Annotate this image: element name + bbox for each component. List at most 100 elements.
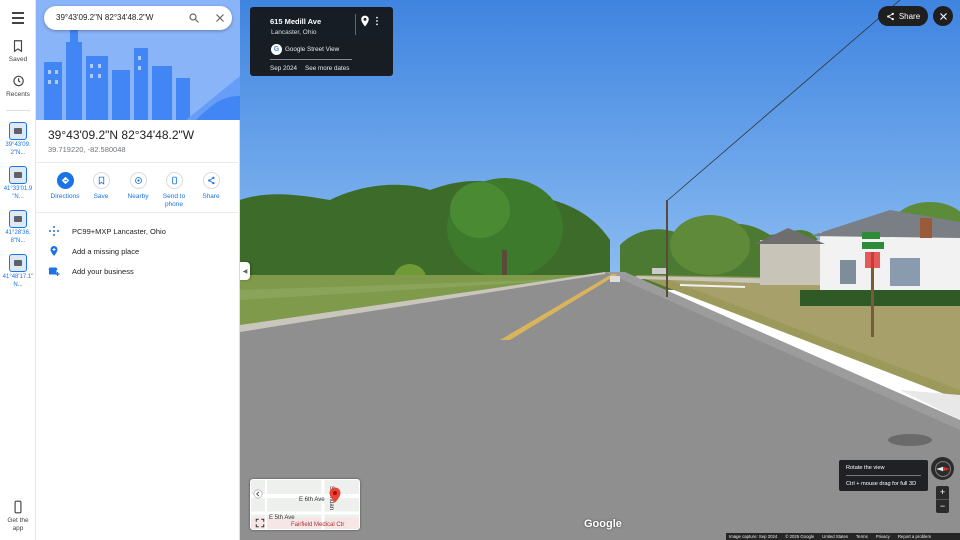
add-business-label: Add your business (72, 266, 134, 276)
bookmark-icon (13, 40, 23, 53)
directions-label: Directions (50, 193, 80, 200)
menu-icon[interactable] (9, 9, 27, 27)
sv-city: Lancaster, Ohio (271, 29, 317, 36)
google-logo: Google (584, 518, 622, 530)
minimap-label: E 6th Ave (299, 497, 325, 503)
street-view-info-card: 615 Medill Ave Lancaster, Ohio G Google … (250, 7, 393, 76)
sv-address: 615 Medill Ave (270, 17, 322, 26)
location-pin-icon[interactable] (360, 15, 370, 27)
left-rail: Saved Recents 39°43'09. 2"N... 41°33'01.… (0, 0, 36, 540)
recent-item[interactable]: 41°33'01.9 "N... (0, 166, 36, 201)
minimap-label: E 5th Ave (269, 515, 295, 521)
collapse-panel-button[interactable]: ◀ (240, 262, 250, 280)
place-title: 39°43'09.2"N 82°34'48.2"W (48, 128, 195, 142)
expand-icon[interactable] (255, 518, 265, 528)
search-input[interactable]: 39°43'09.2"N 82°34'48.2"W (56, 13, 153, 22)
recent-item[interactable]: 41°48'17.1" N... (0, 254, 36, 289)
sv-capture-date: Sep 2024 (270, 65, 297, 72)
search-icon[interactable] (188, 12, 200, 24)
get-app-label: Get the app (7, 517, 29, 532)
phone-icon (14, 500, 22, 514)
recent-item[interactable]: 39°43'09. 2"N... (0, 122, 36, 157)
send-to-phone-icon (165, 172, 183, 189)
directions-button[interactable]: Directions (47, 172, 83, 201)
rotate-tooltip: Rotate the view Ctrl + mouse drag for fu… (839, 460, 928, 491)
close-icon (939, 12, 947, 20)
directions-icon (56, 172, 74, 189)
recents-label: Recents (6, 91, 30, 98)
saved-button[interactable]: Saved (0, 39, 36, 63)
add-missing-place-row[interactable]: Add a missing place (48, 243, 236, 259)
save-label: Save (93, 193, 109, 200)
tooltip-hint: Ctrl + mouse drag for full 3D (846, 481, 917, 487)
footer-privacy-link[interactable]: Privacy (876, 534, 890, 539)
sv-provider: Google Street View (285, 46, 340, 53)
recent-thumbnail (9, 210, 27, 228)
footer-copyright: © 2025 Google (785, 534, 815, 539)
tooltip-divider (846, 475, 921, 476)
plus-code-label: PC99+MXP Lancaster, Ohio (72, 226, 166, 236)
attribution-footer: Image capture: Sep 2024 © 2025 Google Un… (726, 533, 960, 540)
recents-button[interactable]: Recents (0, 74, 36, 98)
place-coordinates: 39.719220, -82.580048 (48, 145, 126, 154)
share-icon (202, 172, 220, 189)
zoom-in-button[interactable]: + (936, 486, 949, 499)
card-divider (355, 14, 356, 35)
plus-code-icon (49, 226, 59, 236)
clear-search-icon[interactable] (214, 12, 226, 24)
share-streetview-button[interactable]: Share (878, 6, 928, 26)
recent-item-label: 41°33'01.9 "N... (3, 186, 33, 200)
plus-code-row[interactable]: PC99+MXP Lancaster, Ohio (48, 223, 236, 239)
get-app-button[interactable]: Get the app (0, 500, 36, 533)
zoom-out-button[interactable]: − (936, 500, 949, 513)
bookmark-icon (92, 172, 110, 189)
share-streetview-label: Share (898, 11, 921, 21)
save-button[interactable]: Save (83, 172, 119, 201)
history-icon (13, 75, 24, 87)
mini-map[interactable]: E 6th Ave E 5th Ave Fairfield Medical Ct… (250, 479, 360, 530)
recent-item-label: 39°43'09. 2"N... (5, 142, 31, 156)
rail-divider (6, 110, 30, 111)
share-icon (886, 12, 894, 20)
footer-capture: Image capture: Sep 2024 (729, 534, 778, 539)
close-streetview-button[interactable] (933, 6, 953, 26)
share-label: Share (202, 193, 220, 200)
add-business-row[interactable]: Add your business (48, 263, 236, 279)
search-box[interactable]: 39°43'09.2"N 82°34'48.2"W (44, 6, 232, 30)
recent-item-label: 41°28'36. 8"N... (5, 230, 31, 244)
place-panel: 39°43'09.2"N 82°34'48.2"W 39°43'09.2"N 8… (36, 0, 240, 540)
nearby-label: Nearby (127, 193, 149, 200)
panel-divider (36, 162, 240, 163)
footer-country[interactable]: United States (822, 534, 848, 539)
app-root: Saved Recents 39°43'09. 2"N... 41°33'01.… (0, 0, 960, 540)
minimap-arrow-icon[interactable] (253, 489, 263, 499)
panel-divider (36, 212, 240, 213)
nearby-icon (129, 172, 147, 189)
street-view-panorama[interactable] (240, 0, 960, 540)
add-business-icon (48, 267, 60, 276)
more-options-icon[interactable] (374, 16, 380, 26)
card-divider (270, 59, 352, 60)
send-to-phone-button[interactable]: Send to phone (156, 172, 192, 209)
recent-item-label: 41°48'17.1" N... (2, 274, 34, 288)
google-g-icon: G (271, 44, 282, 55)
nearby-button[interactable]: Nearby (120, 172, 156, 201)
share-button[interactable]: Share (193, 172, 229, 201)
recent-thumbnail (9, 254, 27, 272)
recent-thumbnail (9, 122, 27, 140)
footer-report-link[interactable]: Report a problem (898, 534, 931, 539)
compass-button[interactable] (931, 457, 954, 480)
tooltip-title: Rotate the view (846, 465, 885, 471)
map-pin-icon (329, 487, 341, 503)
saved-label: Saved (8, 56, 28, 63)
recent-thumbnail (9, 166, 27, 184)
see-more-dates-link[interactable]: See more dates (305, 65, 349, 72)
add-missing-place-label: Add a missing place (72, 246, 140, 256)
minimap-label: Fairfield Medical Ctr (291, 522, 345, 528)
footer-terms-link[interactable]: Terms (856, 534, 868, 539)
zoom-controls: + − (936, 486, 949, 513)
send-to-phone-label: Send to phone (162, 193, 186, 208)
compass-icon (934, 460, 951, 477)
add-place-icon (50, 246, 58, 256)
recent-item[interactable]: 41°28'36. 8"N... (0, 210, 36, 245)
